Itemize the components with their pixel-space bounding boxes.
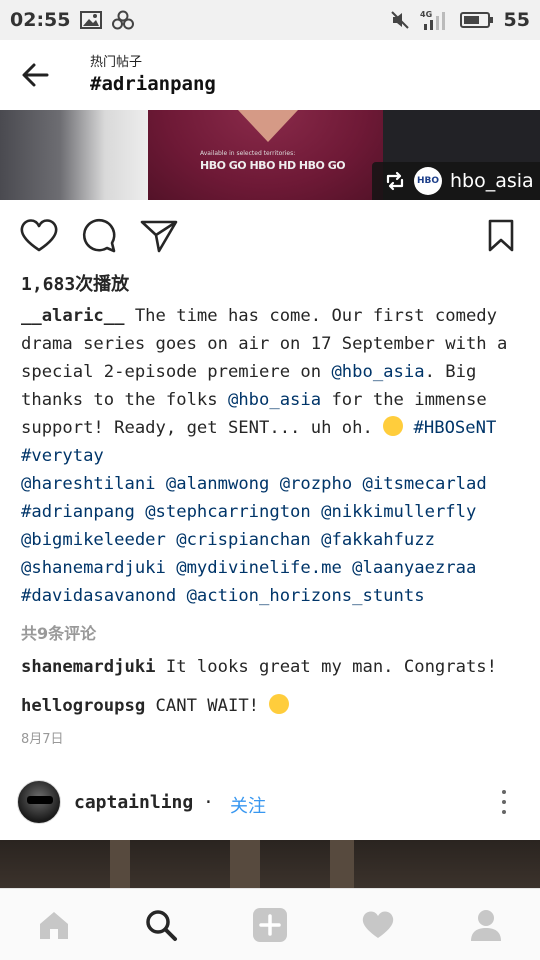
- network-type: 4G: [420, 10, 432, 19]
- view-all-comments-link[interactable]: 共9条评论: [21, 620, 96, 644]
- comment-item: shanemardjuki It looks great my man. Con…: [21, 657, 497, 677]
- share-button[interactable]: [139, 216, 179, 256]
- comment-text: CANT WAIT!: [145, 696, 270, 716]
- mention-link[interactable]: @itsmecarlad: [363, 474, 487, 494]
- play-count: 1,683次播放: [21, 274, 130, 295]
- gallery-notification-icon: [80, 11, 103, 29]
- more-options-button[interactable]: [494, 787, 514, 817]
- tab-profile[interactable]: [466, 905, 506, 945]
- page-title: #adrianpang: [90, 73, 216, 95]
- post-author-username[interactable]: captainling: [74, 792, 193, 813]
- bottom-tab-bar: [0, 888, 540, 960]
- mention-link[interactable]: @shanemardjuki: [21, 558, 166, 578]
- caption-username[interactable]: __alaric__: [21, 306, 124, 326]
- mention-link[interactable]: @bigmikeleeder: [21, 530, 166, 550]
- hashtag-link[interactable]: #verytay: [21, 446, 104, 466]
- repost-username: hbo_asia: [450, 170, 534, 192]
- like-button[interactable]: [19, 216, 59, 256]
- status-bar: 02:55 4G 55: [0, 0, 540, 40]
- comment-button[interactable]: [79, 216, 119, 256]
- tab-add[interactable]: [250, 905, 290, 945]
- post-actions: [0, 210, 540, 260]
- post-caption: __alaric__ The time has come. Our first …: [21, 306, 508, 606]
- signal-icon: 4G: [420, 9, 450, 31]
- post-date: 8月7日: [21, 732, 64, 747]
- mention-link[interactable]: @mydivinelife.me: [176, 558, 342, 578]
- send-icon: [140, 220, 178, 253]
- battery-level: 55: [503, 9, 530, 31]
- header: 热门帖子 #adrianpang: [0, 40, 540, 110]
- bookmark-icon: [488, 219, 514, 252]
- repost-icon: [386, 171, 404, 191]
- hashtag-link[interactable]: #davidasavanond: [21, 586, 176, 606]
- mention-link[interactable]: @action_horizons_stunts: [187, 586, 425, 606]
- battery-icon: [459, 11, 494, 29]
- add-icon: [253, 908, 287, 942]
- avatar[interactable]: [17, 780, 61, 824]
- hashtag-link[interactable]: #HBOSeNT: [414, 418, 497, 438]
- heart-icon: [362, 911, 394, 938]
- page-subtitle: 热门帖子: [90, 55, 143, 70]
- comment-username[interactable]: shanemardjuki: [21, 657, 156, 677]
- comment-icon: [82, 218, 116, 253]
- next-post-photo[interactable]: [0, 840, 540, 890]
- availability-text: Available in selected territories:: [200, 150, 296, 157]
- profile-icon: [471, 910, 501, 941]
- search-icon: [146, 910, 177, 941]
- cloud-sync-icon: [112, 10, 135, 30]
- mention-link[interactable]: @rozpho: [280, 474, 352, 494]
- separator-dot: ·: [203, 792, 214, 813]
- more-dots-icon: [502, 790, 506, 794]
- home-icon: [40, 912, 68, 939]
- mention-link[interactable]: @fakkahfuzz: [321, 530, 435, 550]
- clock: 02:55: [10, 9, 71, 31]
- repost-attribution[interactable]: HBO hbo_asia: [372, 162, 540, 200]
- winking-emoji-icon: [269, 694, 290, 714]
- mention-link[interactable]: @alanmwong: [166, 474, 269, 494]
- mention-link[interactable]: @hbo_asia: [228, 390, 321, 410]
- follow-button[interactable]: 关注: [230, 792, 266, 818]
- tab-home[interactable]: [34, 905, 74, 945]
- comment-text: It looks great my man. Congrats!: [155, 657, 498, 677]
- save-button[interactable]: [481, 216, 521, 256]
- mention-link[interactable]: @hareshtilani: [21, 474, 156, 494]
- comment-item: hellogroupsg CANT WAIT!: [21, 694, 290, 716]
- mention-link[interactable]: @laanyaezraa: [352, 558, 476, 578]
- arrow-left-icon: [22, 63, 49, 87]
- astonished-emoji-icon: [383, 416, 404, 436]
- comment-username[interactable]: hellogroupsg: [21, 696, 145, 716]
- hbo-avatar: HBO: [414, 167, 442, 195]
- heart-icon: [20, 219, 58, 252]
- next-post-header: captainling · 关注: [0, 775, 540, 837]
- tab-search[interactable]: [141, 905, 181, 945]
- mute-icon: [390, 10, 410, 30]
- mention-link[interactable]: @hbo_asia: [331, 362, 424, 382]
- hashtag-link[interactable]: #adrianpang: [21, 502, 135, 522]
- hbo-brands-logo: HBO GO HBO HD HBO GO: [200, 159, 346, 172]
- mention-link[interactable]: @nikkimullerfly: [321, 502, 476, 522]
- back-button[interactable]: [0, 40, 70, 110]
- mention-link[interactable]: @stephcarrington: [145, 502, 311, 522]
- tab-activity[interactable]: [358, 905, 398, 945]
- mention-link[interactable]: @crispianchan: [176, 530, 311, 550]
